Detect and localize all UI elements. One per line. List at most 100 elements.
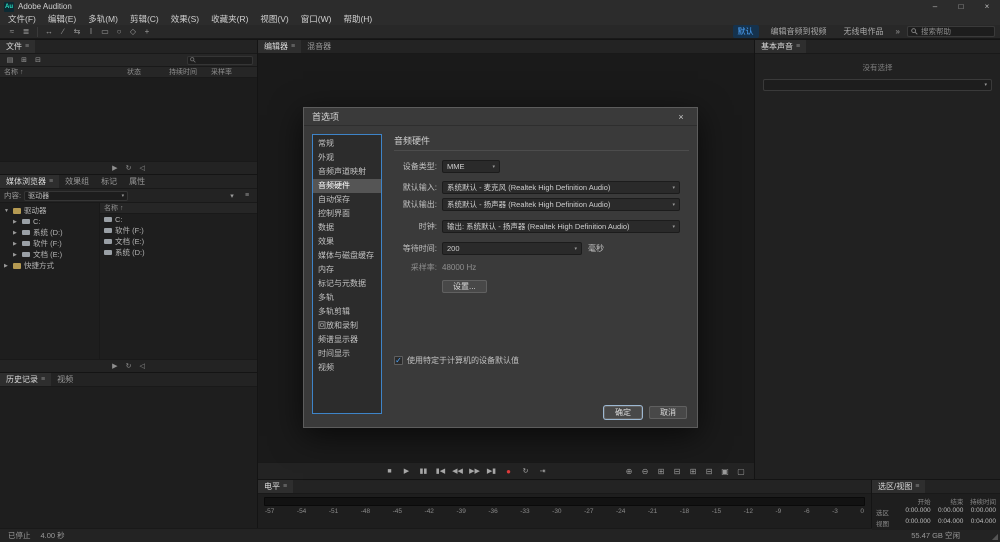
tab-editor[interactable]: 编辑器 ≡ (258, 40, 301, 53)
play-icon[interactable]: ▶ (112, 164, 117, 172)
tree-closed-icon[interactable]: ▶ (4, 263, 10, 269)
tree-item-drives[interactable]: ▼ 驱动器 (0, 205, 99, 216)
panel-menu-icon[interactable]: ≡ (915, 483, 919, 490)
new-content-icon[interactable]: ⊞ (18, 55, 30, 66)
workspace-overflow-icon[interactable]: » (896, 27, 900, 36)
resize-grip[interactable]: ◢ (992, 532, 998, 541)
view-duration-value[interactable]: 0:04.000 (963, 518, 996, 528)
menu-help[interactable]: 帮助(H) (337, 13, 378, 25)
latency-dropdown[interactable]: 200 ▾ (442, 242, 582, 255)
loop-playback-button[interactable]: ↻ (518, 465, 533, 477)
rewind-button[interactable]: ◀◀ (450, 465, 465, 477)
menu-edit[interactable]: 编辑(E) (42, 13, 82, 25)
category-spectral-displays[interactable]: 频谱显示器 (313, 333, 381, 347)
volume-icon[interactable]: ◁ (139, 164, 144, 172)
spot-healing-tool-button[interactable]: + (140, 26, 154, 38)
tree-closed-icon[interactable]: ▶ (13, 230, 19, 236)
record-button[interactable]: ● (501, 465, 516, 477)
tree-item-drive-e[interactable]: ▶ 文档 (E:) (0, 249, 99, 260)
panel-menu-icon[interactable]: ≡ (291, 43, 295, 50)
category-effects[interactable]: 效果 (313, 235, 381, 249)
pause-button[interactable]: ▮▮ (416, 465, 431, 477)
workspace-edit-audio-to-video[interactable]: 编辑音频到视频 (766, 25, 832, 38)
maximize-button[interactable]: □ (948, 0, 974, 13)
search-input[interactable] (921, 27, 991, 36)
stop-button[interactable]: ■ (382, 465, 397, 477)
waveform-view-button[interactable]: ≈ (5, 26, 19, 38)
panel-menu-icon[interactable]: ≡ (25, 43, 29, 50)
workspace-default[interactable]: 默认 (733, 25, 759, 38)
category-multitrack[interactable]: 多轨 (313, 291, 381, 305)
skip-back-button[interactable]: ▮◀ (433, 465, 448, 477)
tab-video[interactable]: 视频 (51, 373, 79, 386)
tree-closed-icon[interactable]: ▶ (13, 219, 19, 225)
tab-media-browser[interactable]: 媒体浏览器 ≡ (0, 175, 59, 188)
play-button[interactable]: ▶ (399, 465, 414, 477)
loop-icon[interactable]: ↻ (126, 164, 132, 172)
files-filter-field[interactable] (187, 56, 253, 65)
move-tool-button[interactable]: ↔ (42, 26, 56, 38)
media-row-drive-e[interactable]: 文档 (E:) (100, 236, 257, 247)
menu-clip[interactable]: 剪辑(C) (124, 13, 165, 25)
panel-menu-icon[interactable]: ≡ (796, 43, 800, 50)
category-time-display[interactable]: 时间显示 (313, 347, 381, 361)
view-end-value[interactable]: 0:04.000 (931, 518, 964, 528)
category-multitrack-clips[interactable]: 多轨剪辑 (313, 305, 381, 319)
tree-open-icon[interactable]: ▼ (4, 208, 10, 214)
dialog-titlebar[interactable]: 首选项 × (304, 108, 697, 126)
zoom-out-icon[interactable]: ⊖ (638, 465, 652, 477)
razor-tool-button[interactable]: ∕ (56, 26, 70, 38)
selection-duration-value[interactable]: 0:00.000 (963, 507, 996, 517)
zoom-out-time-icon[interactable]: ⊟ (670, 465, 684, 477)
category-markers-metadata[interactable]: 标记与元数据 (313, 277, 381, 291)
category-media-disk-cache[interactable]: 媒体与磁盘缓存 (313, 249, 381, 263)
tab-essential-sound[interactable]: 基本声音 ≡ (755, 40, 806, 53)
panel-menu-icon[interactable]: ≡ (283, 483, 287, 490)
tab-levels[interactable]: 电平 ≡ (258, 480, 293, 493)
tree-item-drive-d[interactable]: ▶ 系统 (D:) (0, 227, 99, 238)
default-output-dropdown[interactable]: 系统默认 - 扬声器 (Realtek High Definition Audi… (442, 198, 680, 211)
checkbox-checked-icon[interactable]: ✓ (394, 356, 403, 365)
workspace-radio-production[interactable]: 无线电作品 (839, 25, 889, 38)
category-data[interactable]: 数据 (313, 221, 381, 235)
zoom-out-amplitude-icon[interactable]: ⊟ (702, 465, 716, 477)
default-input-dropdown[interactable]: 系统默认 - 麦克风 (Realtek High Definition Audi… (442, 181, 680, 194)
time-selection-tool-button[interactable]: I (84, 26, 98, 38)
play-icon[interactable]: ▶ (112, 362, 117, 370)
panel-menu-icon[interactable]: ≡ (49, 178, 53, 185)
cancel-button[interactable]: 取消 (649, 406, 687, 419)
menu-multitrack[interactable]: 多轨(M) (82, 13, 124, 25)
multitrack-view-button[interactable]: ≣ (19, 26, 33, 38)
zoom-in-icon[interactable]: ⊕ (622, 465, 636, 477)
marquee-selection-tool-button[interactable]: ▭ (98, 26, 112, 38)
files-list-empty[interactable] (0, 78, 257, 161)
media-settings-icon[interactable]: ≡ (241, 190, 253, 201)
tab-markers[interactable]: 标记 (95, 175, 123, 188)
import-file-icon[interactable]: ▤ (4, 55, 16, 66)
category-playback-recording[interactable]: 回放和录制 (313, 319, 381, 333)
close-file-icon[interactable]: ⊟ (32, 55, 44, 66)
category-audio-hardware[interactable]: 音频硬件 (313, 179, 381, 193)
device-type-dropdown[interactable]: MME ▾ (442, 160, 500, 173)
ok-button[interactable]: 确定 (604, 406, 642, 419)
media-row-drive-f[interactable]: 软件 (F:) (100, 225, 257, 236)
content-dropdown[interactable]: 驱动器 ▾ (24, 191, 128, 201)
selection-start-value[interactable]: 0:00.000 (898, 507, 931, 517)
zoom-in-amplitude-icon[interactable]: ⊞ (686, 465, 700, 477)
preset-dropdown[interactable]: ▾ (763, 79, 992, 91)
media-row-drive-d[interactable]: 系统 (D:) (100, 247, 257, 258)
clock-dropdown[interactable]: 输出: 系统默认 - 扬声器 (Realtek High Definition … (442, 220, 680, 233)
tree-item-drive-f[interactable]: ▶ 软件 (F:) (0, 238, 99, 249)
category-auto-save[interactable]: 自动保存 (313, 193, 381, 207)
category-audio-channel-mapping[interactable]: 音频声道映射 (313, 165, 381, 179)
column-name[interactable]: 名称 ↑ (4, 67, 127, 77)
menu-favorites[interactable]: 收藏夹(R) (205, 13, 254, 25)
paintbrush-tool-button[interactable]: ◇ (126, 26, 140, 38)
slip-tool-button[interactable]: ⇆ (70, 26, 84, 38)
fast-forward-button[interactable]: ▶▶ (467, 465, 482, 477)
menu-window[interactable]: 窗口(W) (295, 13, 338, 25)
close-button[interactable]: × (974, 0, 1000, 13)
dialog-close-button[interactable]: × (673, 112, 689, 122)
selection-end-value[interactable]: 0:00.000 (931, 507, 964, 517)
panel-menu-icon[interactable]: ≡ (41, 376, 45, 383)
